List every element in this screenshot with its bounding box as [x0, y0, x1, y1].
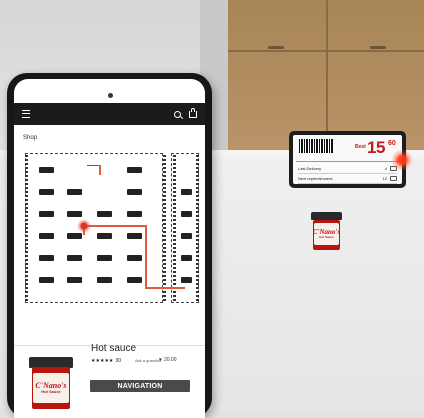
jar-subtitle: Hot Sauce [41, 388, 61, 394]
shelf-row-value: 12 [382, 176, 387, 181]
map-shelf [97, 255, 112, 261]
map-shelf [127, 189, 142, 195]
map-shelf [39, 233, 54, 239]
map-shelf [97, 277, 112, 283]
page-title: Shop [23, 135, 38, 141]
likes[interactable]: ♥ 20.00 [159, 357, 176, 363]
navigation-route [145, 287, 185, 289]
map-shelf [39, 277, 54, 283]
map-wall-shelf [25, 155, 28, 301]
map-shelf [39, 167, 54, 173]
map-shelf [67, 189, 82, 195]
store-floor-map[interactable] [23, 149, 201, 335]
shelf-price-cents: 60 [388, 140, 396, 147]
shelf-row-last-delivery: Last Delivery 4 [298, 164, 397, 174]
map-shelf [97, 211, 112, 217]
map-shelf [39, 255, 54, 261]
phone-screen: Shop C'Nano's Hot Sauce Hot sauce ★★★★★ … [14, 79, 205, 418]
top-bar-actions [174, 107, 197, 118]
shelf-price-prefix: Best [355, 144, 366, 150]
map-shelf [67, 233, 82, 239]
cabinet-handle [268, 46, 284, 49]
hot-sauce-jar-image: C'Nano's Hot Sauce [311, 212, 342, 250]
camera-icon [107, 93, 113, 98]
map-wall-shelf [173, 155, 176, 301]
shelf-row-value: 4 [384, 166, 387, 171]
ask-question-link[interactable]: Ask a question [135, 358, 161, 363]
map-shelf [67, 211, 82, 217]
map-shelf [127, 255, 142, 261]
map-shelf [127, 211, 142, 217]
heart-icon: ♥ [159, 357, 162, 363]
product-thumbnail[interactable]: C'Nano's Hot Sauce [29, 357, 73, 409]
star-rating-icon: ★★★★★ [91, 358, 114, 364]
shelf-label-divider [296, 161, 399, 162]
navigation-route [83, 225, 145, 227]
likes-count: 20.00 [163, 357, 177, 363]
barcode-icon [299, 139, 333, 153]
map-shelf [127, 277, 142, 283]
jar-label: C'Nano's Hot Sauce [314, 223, 339, 246]
menu-icon[interactable] [22, 110, 30, 118]
navigation-button[interactable]: NAVIGATION [90, 380, 190, 392]
map-shelf [39, 189, 54, 195]
cabinet-seam [326, 0, 328, 150]
map-shelf [181, 277, 192, 283]
shelf-row-label: Next replenishment [298, 176, 333, 181]
map-shelf [67, 255, 82, 261]
cabinet-handle [370, 46, 386, 49]
map-shelf [39, 211, 54, 217]
map-wall-shelf [196, 155, 199, 301]
electronic-shelf-label: Best 15 60 Last Delivery 4 Next replenis… [289, 131, 406, 188]
navigation-route [145, 225, 147, 288]
map-shelf [181, 255, 192, 261]
map-shelf [97, 233, 112, 239]
app-top-bar [14, 103, 205, 125]
map-wall-shelf [163, 155, 166, 301]
shopping-bag-icon[interactable] [189, 107, 197, 118]
smartphone: Shop C'Nano's Hot Sauce Hot sauce ★★★★★ … [7, 73, 212, 418]
box-icon [390, 176, 397, 181]
map-shelf [67, 277, 82, 283]
shelf-label-screen: Best 15 60 Last Delivery 4 Next replenis… [293, 135, 402, 184]
map-highlight-bracket [99, 165, 101, 175]
search-icon[interactable] [174, 110, 181, 118]
map-shelf [127, 233, 142, 239]
jar-label: C'Nano's Hot Sauce [33, 372, 69, 403]
map-shelf [181, 189, 192, 195]
shelf-row-next-replenishment: Next replenishment 12 [298, 174, 397, 184]
jar-subtitle: Hot Sauce [319, 235, 334, 240]
shelf-row-label: Last Delivery [298, 166, 322, 171]
map-shelf [127, 167, 142, 173]
product-rating[interactable]: ★★★★★ 30 [91, 358, 121, 364]
shelf-price: 15 [367, 138, 385, 157]
map-shelf [181, 211, 192, 217]
map-shelf [181, 233, 192, 239]
product-title: Hot sauce [91, 343, 137, 354]
location-pin-icon[interactable] [77, 219, 91, 233]
rating-count: 30 [115, 358, 121, 364]
location-beacon-icon [391, 149, 413, 171]
